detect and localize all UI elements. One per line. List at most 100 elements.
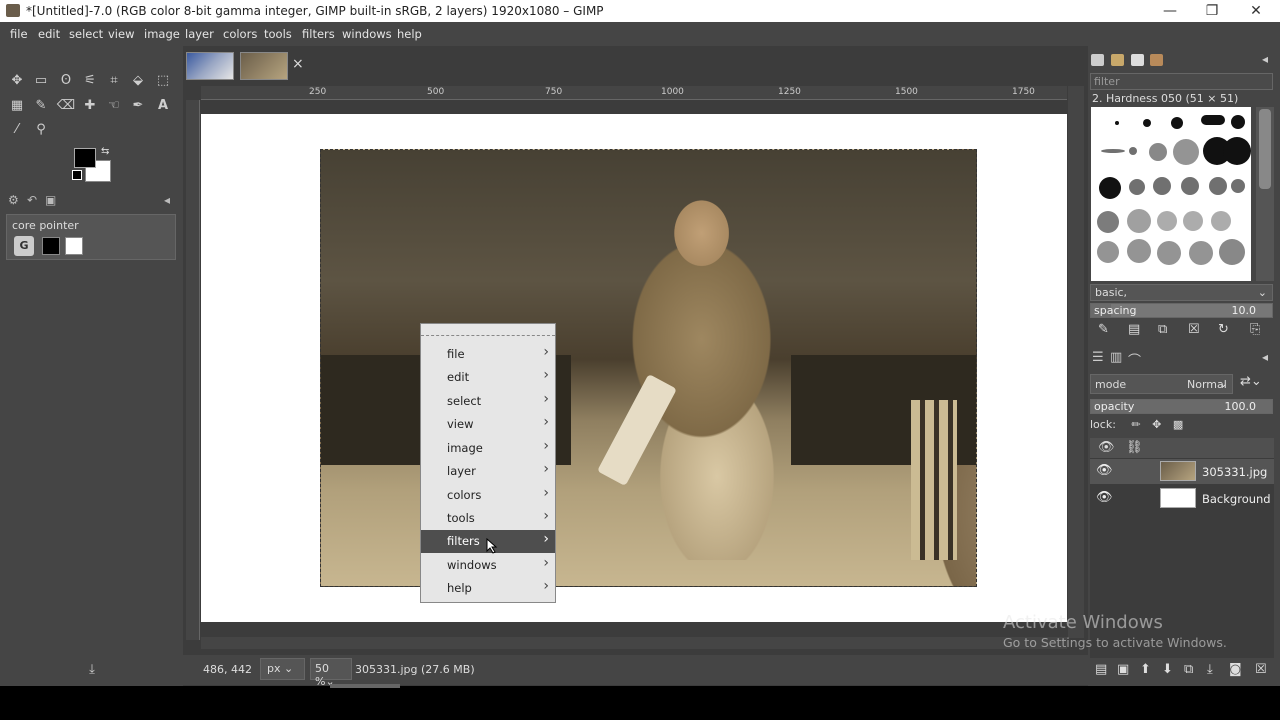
ctx-tools[interactable]: tools › bbox=[421, 507, 555, 530]
new-layer-icon[interactable]: ▤ bbox=[1095, 662, 1107, 677]
menu-windows[interactable]: windows bbox=[342, 27, 392, 41]
lower-layer-icon[interactable]: ⬇ bbox=[1162, 662, 1173, 677]
ctx-view[interactable]: view › bbox=[421, 413, 555, 436]
layer-row-305331[interactable]: 👁 305331.jpg bbox=[1090, 459, 1274, 484]
zoom-select[interactable]: 50 %⌄ bbox=[310, 658, 352, 688]
menu-tools[interactable]: tools bbox=[264, 27, 292, 41]
image-tab-1[interactable] bbox=[186, 52, 234, 80]
edit-brush-icon[interactable]: ✎ bbox=[1098, 322, 1109, 337]
images-tab-icon[interactable]: ▣ bbox=[45, 193, 56, 207]
lock-pixels-icon[interactable]: ✏ bbox=[1131, 418, 1140, 431]
paths-tab-icon[interactable]: ⌒ bbox=[1128, 350, 1141, 369]
menu-filters[interactable]: filters bbox=[302, 27, 335, 41]
zoom-icon[interactable]: ⚲ bbox=[31, 120, 51, 140]
gradient-icon[interactable]: ▦ bbox=[7, 96, 27, 116]
new-brush-icon[interactable]: ▤ bbox=[1128, 322, 1140, 337]
refresh-brushes-icon[interactable]: ↻ bbox=[1218, 322, 1229, 337]
eraser-icon[interactable]: ⌫ bbox=[56, 96, 76, 116]
ctx-file[interactable]: file › bbox=[421, 343, 555, 366]
opacity-slider[interactable]: opacity 100.0 bbox=[1090, 399, 1273, 414]
horizontal-scrollbar[interactable] bbox=[201, 637, 1067, 649]
brush-filter-input[interactable]: filter bbox=[1090, 73, 1273, 90]
rect-select-icon[interactable]: ▭ bbox=[31, 71, 51, 91]
transform-icon[interactable]: ⬙ bbox=[128, 71, 148, 91]
scrollbar-thumb[interactable] bbox=[1259, 109, 1271, 189]
spacing-slider[interactable]: spacing 10.0 bbox=[1090, 303, 1273, 318]
device-status-tab-icon[interactable]: ⚙ bbox=[8, 193, 19, 207]
menu-image[interactable]: image bbox=[144, 27, 180, 41]
image-tab-2[interactable] bbox=[240, 52, 288, 80]
open-brush-icon[interactable]: ⎘ bbox=[1250, 322, 1260, 337]
color-picker-icon[interactable]: ⁄ bbox=[7, 120, 27, 140]
close-tab-icon[interactable]: × bbox=[292, 56, 304, 72]
brush-grid[interactable] bbox=[1091, 107, 1251, 281]
text-tool-icon[interactable]: A bbox=[153, 96, 173, 116]
paths-icon[interactable]: ✒ bbox=[128, 96, 148, 116]
lock-alpha-icon[interactable]: ▩ bbox=[1173, 418, 1183, 431]
menu-select[interactable]: select bbox=[69, 27, 103, 41]
brush-scrollbar[interactable] bbox=[1256, 107, 1274, 281]
smudge-icon[interactable]: ☜ bbox=[104, 96, 124, 116]
add-mask-icon[interactable]: ◙ bbox=[1229, 662, 1242, 677]
tear-off-line[interactable] bbox=[421, 324, 555, 336]
duplicate-layer-icon[interactable]: ⧉ bbox=[1184, 662, 1193, 677]
menu-edit[interactable]: edit bbox=[38, 27, 60, 41]
fuzzy-select-icon[interactable]: ⚟ bbox=[80, 71, 100, 91]
swap-colors-icon[interactable]: ⇆ bbox=[101, 146, 109, 157]
menu-help[interactable]: help bbox=[397, 27, 422, 41]
ctx-label: windows bbox=[447, 558, 497, 572]
ctx-colors[interactable]: colors › bbox=[421, 484, 555, 507]
default-colors-icon[interactable] bbox=[72, 170, 82, 180]
crop-icon[interactable]: ⌗ bbox=[104, 71, 124, 91]
maximize-button[interactable]: ❐ bbox=[1192, 0, 1232, 22]
free-select-icon[interactable]: ʘ bbox=[56, 71, 76, 91]
brush-tag-combo[interactable]: basic, ⌄ bbox=[1090, 284, 1273, 301]
visibility-eye-icon[interactable]: 👁 bbox=[1096, 490, 1113, 505]
warp-icon[interactable]: ⬚ bbox=[153, 71, 173, 91]
patterns-tab-icon[interactable] bbox=[1111, 54, 1124, 66]
ctx-image[interactable]: image › bbox=[421, 437, 555, 460]
menu-layer[interactable]: layer bbox=[185, 27, 214, 41]
vertical-scrollbar[interactable] bbox=[1068, 86, 1084, 638]
ctx-edit[interactable]: edit › bbox=[421, 366, 555, 389]
paintbrush-icon[interactable]: ✎ bbox=[31, 96, 51, 116]
close-button[interactable]: ✕ bbox=[1236, 0, 1276, 22]
channels-tab-icon[interactable]: ▥ bbox=[1110, 350, 1122, 365]
lock-position-icon[interactable]: ✥ bbox=[1152, 418, 1161, 431]
merge-layer-icon[interactable]: ⤓ bbox=[1207, 662, 1213, 677]
duplicate-brush-icon[interactable]: ⧉ bbox=[1158, 322, 1167, 337]
ctx-layer[interactable]: layer › bbox=[421, 460, 555, 483]
layer-row-background[interactable]: 👁 Background bbox=[1090, 486, 1274, 511]
ctx-help[interactable]: help › bbox=[421, 577, 555, 600]
menu-view[interactable]: view bbox=[108, 27, 134, 41]
visibility-eye-icon[interactable]: 👁 bbox=[1096, 463, 1113, 478]
menu-file[interactable]: file bbox=[10, 27, 28, 41]
delete-layer-icon[interactable]: ☒ bbox=[1255, 662, 1267, 677]
device-bg-swatch[interactable] bbox=[65, 237, 83, 255]
menu-colors[interactable]: colors bbox=[223, 27, 257, 41]
unit-select[interactable]: px ⌄ bbox=[260, 658, 305, 680]
ctx-select[interactable]: select › bbox=[421, 390, 555, 413]
dock-menu-icon[interactable]: ◂ bbox=[1262, 350, 1268, 364]
move-tool-icon[interactable]: ✥ bbox=[7, 71, 27, 91]
undo-history-tab-icon[interactable]: ↶ bbox=[27, 193, 37, 207]
delete-brush-icon[interactable]: ☒ bbox=[1188, 322, 1200, 337]
fonts-tab-icon[interactable] bbox=[1131, 54, 1144, 66]
dock-menu-icon[interactable]: ◂ bbox=[1262, 52, 1268, 66]
heal-icon[interactable]: ✚ bbox=[80, 96, 100, 116]
new-layer-group-icon[interactable]: ▣ bbox=[1117, 662, 1129, 677]
minimize-button[interactable]: — bbox=[1150, 0, 1190, 22]
resize-grip[interactable] bbox=[330, 684, 400, 688]
document-history-tab-icon[interactable] bbox=[1150, 54, 1163, 66]
brushes-tab-icon[interactable] bbox=[1091, 54, 1104, 66]
ctx-windows[interactable]: windows › bbox=[421, 554, 555, 577]
photo-layer[interactable] bbox=[320, 149, 977, 587]
save-device-icon[interactable]: ⤓ bbox=[82, 660, 102, 680]
layers-tab-icon[interactable]: ☰ bbox=[1092, 350, 1104, 365]
foreground-color[interactable] bbox=[74, 148, 96, 168]
layer-mode-select[interactable]: mode Normal ⌄ bbox=[1090, 374, 1233, 394]
reset-mode-icon[interactable]: ⇄⌄ bbox=[1240, 374, 1262, 389]
dock-menu-icon[interactable]: ◂ bbox=[164, 193, 170, 207]
device-fg-swatch[interactable] bbox=[42, 237, 60, 255]
raise-layer-icon[interactable]: ⬆ bbox=[1140, 662, 1151, 677]
